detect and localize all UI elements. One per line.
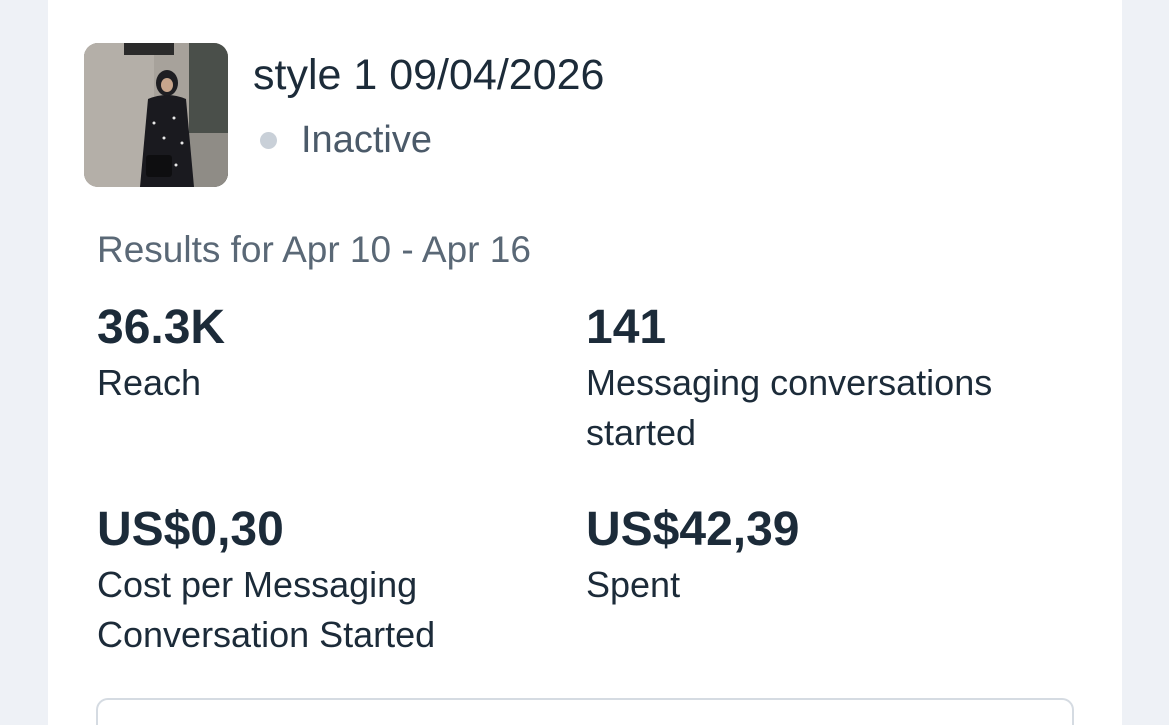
metric-label: Spent: [586, 564, 681, 605]
ad-summary-card[interactable]: style 1 09/04/2026 Inactive Results for …: [48, 0, 1122, 725]
metric-messaging-conversations: 141 Messaging conversations started: [586, 300, 1086, 458]
status-text: Inactive: [301, 119, 432, 161]
page: style 1 09/04/2026 Inactive Results for …: [0, 0, 1169, 725]
metric-value: US$0,30: [97, 503, 284, 556]
metric-value: US$42,39: [586, 503, 800, 556]
metric-value: 141: [586, 301, 667, 354]
results-date-range: Results for Apr 10 - Apr 16: [97, 229, 531, 270]
metric-reach: 36.3K Reach: [97, 300, 557, 408]
metric-label: Cost per Messaging Conversation Started: [97, 564, 436, 655]
status-indicator: Inactive: [260, 118, 432, 162]
ad-title[interactable]: style 1 09/04/2026: [253, 50, 604, 100]
ad-thumbnail[interactable]: [84, 43, 228, 187]
metric-spent: US$42,39 Spent: [586, 502, 1046, 610]
metric-value: 36.3K: [97, 301, 226, 354]
metric-cost-per-conversation: US$0,30 Cost per Messaging Conversation …: [97, 502, 557, 660]
status-dot-icon: [260, 131, 277, 149]
metric-label: Messaging conversations started: [586, 362, 993, 453]
metric-label: Reach: [97, 362, 202, 403]
action-box[interactable]: [96, 698, 1074, 725]
